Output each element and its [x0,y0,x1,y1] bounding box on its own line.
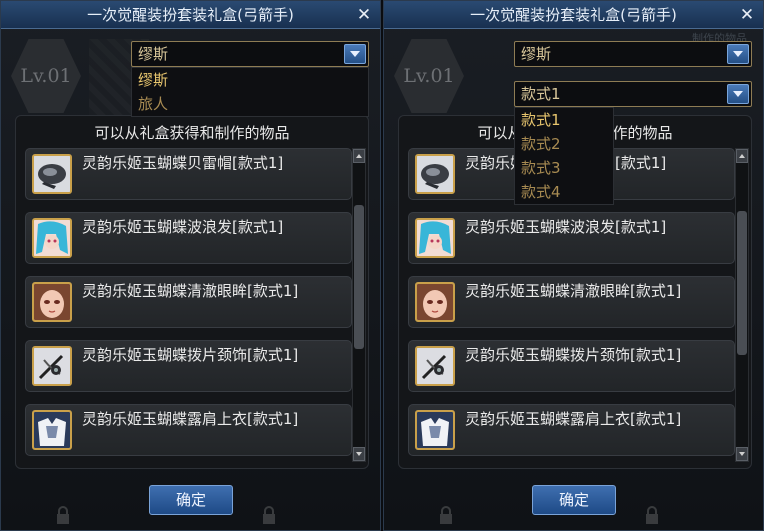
list-item[interactable]: 灵韵乐姬玉蝴蝶拨片颈饰[款式1] [25,340,352,392]
list-item[interactable]: 灵韵乐姬玉蝴蝶贝雷帽[款式1] [25,148,352,200]
hair-icon [415,218,455,258]
item-name: 灵韵乐姬玉蝴蝶清澈眼眸[款式1] [82,282,299,300]
item-name: 灵韵乐姬玉蝴蝶露肩上衣[款式1] [82,410,299,428]
chevron-down-icon[interactable] [344,44,366,64]
list-item[interactable]: 灵韵乐姬玉蝴蝶波浪发[款式1] [408,212,735,264]
item-list-scrollbar[interactable] [352,148,366,462]
item-name: 灵韵乐姬玉蝴蝶拨片颈饰[款式1] [465,346,682,364]
scroll-down-icon[interactable] [736,447,748,461]
item-list-title: 可以从礼盒获得和制作的物品 [94,124,290,142]
confirm-button[interactable]: 确定 [149,485,233,515]
dropdown-option[interactable]: 旅人 [132,92,368,116]
face-icon [415,282,455,322]
hair-icon [32,218,72,258]
series-select-value: 缪斯 [521,45,552,63]
dropdown-option[interactable]: 款式4 [515,180,613,204]
style-dropdown-list: 款式1 款式2 款式3 款式4 [514,107,614,205]
scroll-thumb[interactable] [354,205,364,349]
lock-icon [646,506,658,524]
item-name: 灵韵乐姬玉蝴蝶清澈眼眸[款式1] [465,282,682,300]
neck-icon [415,346,455,386]
dropdown-option[interactable]: 款式3 [515,156,613,180]
series-select[interactable]: 缪斯 [131,41,369,67]
dialog-title: 一次觉醒装扮套装礼盒(弓箭手) [1,1,380,29]
background-level-badge: Lv.01 [394,39,464,113]
gift-box-dialog-right: 一次觉醒装扮套装礼盒(弓箭手) ✕ Lv.01 制作的物品 缪斯 款式1 可以从… [383,0,764,531]
item-name: 灵韵乐姬玉蝴蝶贝雷帽[款式1] [82,154,284,172]
scroll-thumb[interactable] [737,211,747,355]
list-item[interactable]: 灵韵乐姬玉蝴蝶露肩上衣[款式1] [25,404,352,456]
list-item[interactable]: 灵韵乐姬玉蝴蝶清澈眼眸[款式1] [408,276,735,328]
top-icon [415,410,455,450]
scroll-up-icon[interactable] [353,149,365,163]
dropdown-option[interactable]: 款式1 [515,108,613,132]
close-icon[interactable]: ✕ [354,5,374,25]
lock-icon [440,506,452,524]
item-name: 灵韵乐姬玉蝴蝶露肩上衣[款式1] [465,410,682,428]
series-select-value: 缪斯 [138,45,169,63]
top-icon [32,410,72,450]
list-item[interactable]: 灵韵乐姬玉蝴蝶拨片颈饰[款式1] [408,340,735,392]
item-list-scrollbar[interactable] [735,148,749,462]
item-name: 灵韵乐姬玉蝴蝶拨片颈饰[款式1] [82,346,299,364]
list-item[interactable]: 灵韵乐姬玉蝴蝶波浪发[款式1] [25,212,352,264]
background-level-badge: Lv.01 [11,39,81,113]
dropdown-option[interactable]: 缪斯 [132,68,368,92]
lock-icon [57,506,69,524]
hat-icon [32,154,72,194]
lock-icon [263,506,275,524]
item-list-panel: 可以从礼盒获得和制作的物品 灵韵乐姬玉蝴蝶贝雷帽[款式1] 灵韵乐姬玉蝴蝶波浪发… [15,115,369,469]
close-icon[interactable]: ✕ [737,5,757,25]
item-name: 灵韵乐姬玉蝴蝶波浪发[款式1] [465,218,667,236]
face-icon [32,282,72,322]
scroll-down-icon[interactable] [353,447,365,461]
chevron-down-icon[interactable] [727,44,749,64]
item-name: 灵韵乐姬玉蝴蝶波浪发[款式1] [82,218,284,236]
chevron-down-icon[interactable] [727,84,749,104]
list-item[interactable]: 灵韵乐姬玉蝴蝶露肩上衣[款式1] [408,404,735,456]
neck-icon [32,346,72,386]
style-select-value: 款式1 [521,85,561,103]
series-select[interactable]: 缪斯 [514,41,752,67]
series-dropdown-list: 缪斯 旅人 [131,67,369,117]
confirm-button[interactable]: 确定 [532,485,616,515]
list-item[interactable]: 灵韵乐姬玉蝴蝶清澈眼眸[款式1] [25,276,352,328]
style-select[interactable]: 款式1 [514,81,752,107]
hat-icon [415,154,455,194]
dialog-title: 一次觉醒装扮套装礼盒(弓箭手) [384,1,763,29]
gift-box-dialog-left: 一次觉醒装扮套装礼盒(弓箭手) ✕ Lv.01 缪斯 缪斯 旅人 可以从礼盒获得… [0,0,381,531]
dropdown-option[interactable]: 款式2 [515,132,613,156]
scroll-up-icon[interactable] [736,149,748,163]
